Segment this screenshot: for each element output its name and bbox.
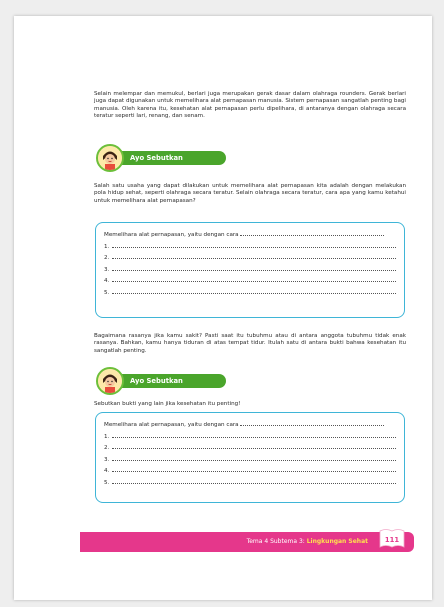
answer-number: 1. [104, 433, 110, 440]
answer-blank[interactable] [112, 476, 396, 484]
answer-line[interactable]: 3. [104, 453, 396, 465]
answer-number: 5. [104, 289, 110, 296]
badge-label: Ayo Sebutkan [114, 151, 226, 165]
ayo-sebutkan-badge-1: Ayo Sebutkan [96, 144, 226, 172]
answer-line[interactable]: 5. [104, 476, 396, 488]
answer-line[interactable]: 5. [104, 286, 396, 298]
answer-blank[interactable] [112, 453, 396, 461]
answer-number: 2. [104, 255, 110, 262]
answer-number: 3. [104, 266, 110, 273]
girl-pointing-icon [96, 144, 124, 172]
answer-line[interactable]: 3. [104, 263, 396, 275]
answer-line[interactable]: 4. [104, 464, 396, 476]
answer-line[interactable]: 2. [104, 251, 396, 263]
answer-line[interactable]: 4. [104, 274, 396, 286]
badge-label: Ayo Sebutkan [114, 374, 226, 388]
answer-box-1: Memelihara alat pernapasan, yaitu dengan… [95, 222, 405, 318]
answer-blank[interactable] [112, 430, 396, 438]
answer-blank[interactable] [112, 263, 396, 271]
answer-lead-blank[interactable] [239, 228, 384, 236]
answer-lead-blank[interactable] [239, 418, 384, 426]
answer-number: 4. [104, 278, 110, 285]
footer-theme-label: Tema 4 Subtema 3: [246, 538, 305, 545]
answer-number: 5. [104, 479, 110, 486]
answer-number: 1. [104, 243, 110, 250]
answer-blank[interactable] [112, 441, 396, 450]
footer-subtheme: Lingkungan Sehat [306, 538, 368, 545]
book-page: Selain melempar dan memukul, berlari jug… [14, 16, 432, 600]
answer-lead-row: Memelihara alat pernapasan, yaitu dengan… [104, 418, 396, 430]
answer-number: 4. [104, 468, 110, 475]
sickness-paragraph: Bagaimana rasanya jika kamu sakit? Pasti… [94, 333, 406, 354]
answer-blank[interactable] [112, 240, 396, 248]
answer-blank[interactable] [112, 286, 396, 294]
page-number: 111 [384, 536, 400, 544]
answer-blank[interactable] [112, 251, 396, 260]
answer-blank[interactable] [112, 274, 396, 283]
answer-line[interactable]: 1. [104, 240, 396, 252]
answer-line[interactable]: 2. [104, 441, 396, 453]
section2-instruction: Sebutkan bukti yang lain jika kesehatan … [94, 401, 241, 407]
answer-number: 2. [104, 445, 110, 452]
girl-pointing-icon [96, 367, 124, 395]
section1-instruction: Salah satu usaha yang dapat dilakukan un… [94, 183, 406, 204]
answer-box-2: Memelihara alat pernapasan, yaitu dengan… [95, 412, 405, 503]
answer-lead-row: Memelihara alat pernapasan, yaitu dengan… [104, 228, 396, 240]
answer-blank[interactable] [112, 464, 396, 473]
answer-number: 3. [104, 456, 110, 463]
intro-paragraph: Selain melempar dan memukul, berlari jug… [94, 91, 406, 120]
answer-line[interactable]: 1. [104, 430, 396, 442]
footer-band: Tema 4 Subtema 3: Lingkungan Sehat 111 [80, 529, 414, 552]
ayo-sebutkan-badge-2: Ayo Sebutkan [96, 367, 226, 395]
footer-theme: Tema 4 Subtema 3: Lingkungan Sehat [247, 532, 368, 552]
